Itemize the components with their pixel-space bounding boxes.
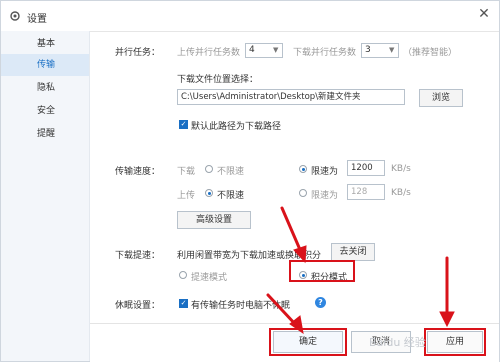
arrow-to-ok [266,293,298,327]
annotation-arrows [266,206,455,335]
arrow-head-apply [439,311,455,328]
arrow-head-points [293,245,307,264]
arrow-to-points-mode [280,206,303,254]
